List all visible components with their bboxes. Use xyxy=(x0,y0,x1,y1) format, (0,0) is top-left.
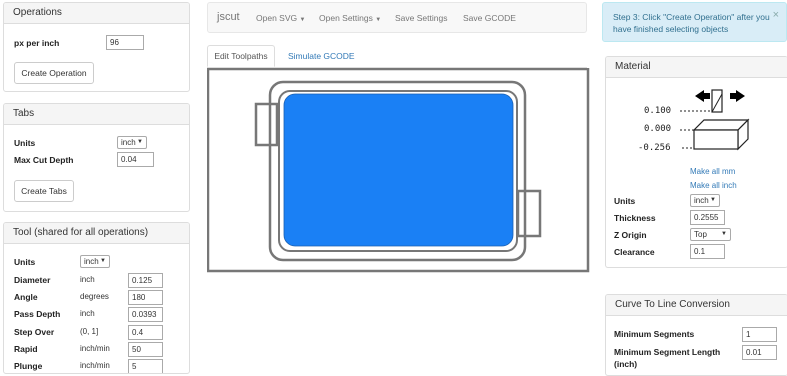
angle-input[interactable]: 180 xyxy=(128,290,163,305)
px-per-inch-label: px per inch xyxy=(14,38,60,48)
material-block-front xyxy=(693,129,739,150)
open-svg-menu[interactable]: Open SVG ▼ xyxy=(256,13,305,23)
chevron-down-icon: ▼ xyxy=(721,231,727,237)
material-diagram xyxy=(680,89,750,151)
min-segments-input[interactable]: 1 xyxy=(742,327,777,342)
caret-down-icon: ▼ xyxy=(375,17,382,23)
tab-simulate-gcode[interactable]: Simulate GCODE xyxy=(288,51,355,61)
tabs-panel: Tabs Units inch ▼ Max Cut Depth 0.04 Crea… xyxy=(3,103,190,212)
tool-title: Tool (shared for all operations) xyxy=(4,223,189,244)
pass-depth-input[interactable]: 0.0393 xyxy=(128,307,163,322)
z-origin-select[interactable]: Top ▼ xyxy=(690,228,731,241)
angle-label: Angle xyxy=(14,292,38,302)
step-over-label: Step Over xyxy=(14,327,55,337)
selected-shape[interactable] xyxy=(283,93,514,247)
plunge-unit: inch/min xyxy=(80,361,110,370)
open-svg-label: Open SVG xyxy=(256,13,298,23)
pass-depth-unit: inch xyxy=(80,309,95,318)
diameter-label: Diameter xyxy=(14,275,51,285)
navbar: jscut Open SVG ▼ Open Settings ▼ Save Se… xyxy=(207,2,587,33)
material-units-select[interactable]: inch ▼ xyxy=(690,194,720,207)
chevron-down-icon: ▼ xyxy=(100,258,106,264)
center-tabbar: Edit Toolpaths Simulate GCODE xyxy=(207,45,587,68)
make-all-mm-link[interactable]: Make all mm xyxy=(690,167,735,176)
tool-units-label: Units xyxy=(14,257,36,267)
arrow-left-icon xyxy=(695,90,710,102)
material-title: Material xyxy=(606,57,787,78)
min-segment-length-input[interactable]: 0.01 xyxy=(742,345,777,360)
tool-panel: Tool (shared for all operations) Units i… xyxy=(3,222,190,374)
diameter-input[interactable]: 0.125 xyxy=(128,273,163,288)
toolpath-canvas[interactable] xyxy=(207,68,590,274)
z-origin-label: Z Origin xyxy=(614,230,647,240)
clearance-label: Clearance xyxy=(614,247,655,257)
material-units-label: Units xyxy=(614,196,636,206)
open-settings-label: Open Settings xyxy=(319,13,373,23)
material-panel: Material 0.100 0.000 -0.256 Make all mm … xyxy=(605,56,787,268)
alert-text: Step 3: Click "Create Operation" after y… xyxy=(613,12,770,34)
min-segment-length-label: Minimum Segment Length xyxy=(614,347,721,357)
tabs-units-value: inch xyxy=(121,138,136,147)
curve-panel: Curve To Line Conversion Minimum Segment… xyxy=(605,294,787,376)
min-segments-label: Minimum Segments xyxy=(614,329,695,339)
close-icon[interactable]: × xyxy=(773,9,779,21)
open-settings-menu[interactable]: Open Settings ▼ xyxy=(319,13,381,23)
tool-units-select[interactable]: inch ▼ xyxy=(80,255,110,268)
arrow-right-icon xyxy=(730,90,745,102)
create-operation-button[interactable]: Create Operation xyxy=(14,62,94,84)
step-over-input[interactable]: 0.4 xyxy=(128,325,163,340)
chevron-down-icon: ▼ xyxy=(710,197,716,203)
save-settings-button[interactable]: Save Settings xyxy=(395,13,447,23)
max-cut-depth-label: Max Cut Depth xyxy=(14,155,74,165)
curve-title: Curve To Line Conversion xyxy=(606,295,787,316)
operations-title: Operations xyxy=(4,3,189,24)
plunge-label: Plunge xyxy=(14,361,43,371)
step-over-unit: (0, 1] xyxy=(80,327,99,336)
px-per-inch-input[interactable]: 96 xyxy=(106,35,144,50)
operations-panel: Operations px per inch 96 Create Operati… xyxy=(3,2,190,92)
rapid-label: Rapid xyxy=(14,344,38,354)
caret-down-icon: ▼ xyxy=(299,17,306,23)
tab-edit-toolpaths[interactable]: Edit Toolpaths xyxy=(207,45,275,67)
diameter-unit: inch xyxy=(80,275,95,284)
chevron-down-icon: ▼ xyxy=(137,139,143,145)
rapid-unit: inch/min xyxy=(80,344,110,353)
alert-box: Step 3: Click "Create Operation" after y… xyxy=(602,2,787,42)
angle-unit: degrees xyxy=(80,292,109,301)
pass-depth-label: Pass Depth xyxy=(14,309,61,319)
rapid-input[interactable]: 50 xyxy=(128,342,163,357)
thickness-input[interactable]: 0.2555 xyxy=(690,210,725,225)
clearance-input[interactable]: 0.1 xyxy=(690,244,725,259)
max-cut-depth-input[interactable]: 0.04 xyxy=(117,152,154,167)
save-gcode-button[interactable]: Save GCODE xyxy=(463,13,516,23)
min-segment-length-unit: (inch) xyxy=(614,359,638,369)
tabs-units-select[interactable]: inch ▼ xyxy=(117,136,147,149)
create-tabs-button[interactable]: Create Tabs xyxy=(14,180,74,202)
z-origin-value: Top xyxy=(694,230,707,239)
thickness-label: Thickness xyxy=(614,213,656,223)
material-units-value: inch xyxy=(694,196,709,205)
tabs-units-label: Units xyxy=(14,138,36,148)
tabs-title: Tabs xyxy=(4,104,189,125)
make-all-inch-link[interactable]: Make all inch xyxy=(690,181,737,190)
tool-units-value: inch xyxy=(84,257,99,266)
brand[interactable]: jscut xyxy=(217,11,240,23)
